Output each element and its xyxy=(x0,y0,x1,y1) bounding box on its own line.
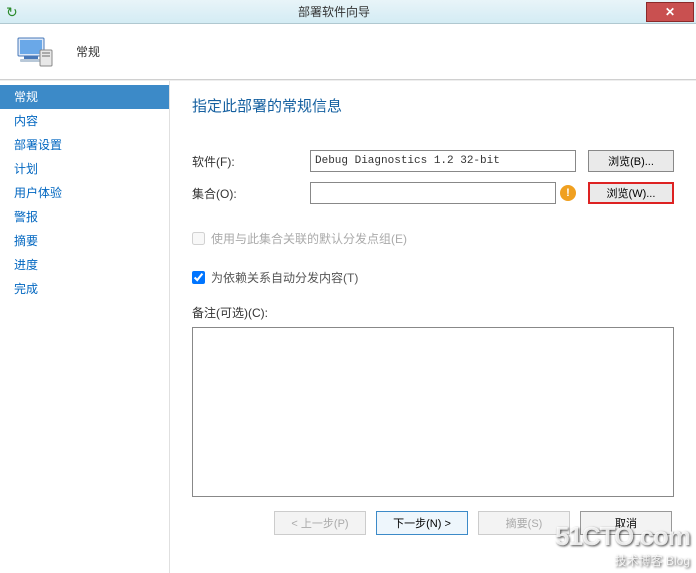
wizard-body: 常规 内容 部署设置 计划 用户体验 警报 摘要 进度 完成 指定此部署的常规信… xyxy=(0,80,696,573)
sidebar-item-user-experience[interactable]: 用户体验 xyxy=(0,181,169,205)
wizard-footer: < 上一步(P) 下一步(N) > 摘要(S) 取消 xyxy=(192,497,674,539)
browse-software-button[interactable]: 浏览(B)... xyxy=(588,150,674,172)
sidebar-item-finish[interactable]: 完成 xyxy=(0,277,169,301)
auto-dist-row[interactable]: 为依赖关系自动分发内容(T) xyxy=(192,269,674,286)
sidebar-item-alerts[interactable]: 警报 xyxy=(0,205,169,229)
summary-button: 摘要(S) xyxy=(478,511,570,535)
software-row: 软件(F): 浏览(B)... xyxy=(192,150,674,172)
use-assoc-dp-label: 使用与此集合关联的默认分发点组(E) xyxy=(211,230,407,247)
sidebar-item-deploy-settings[interactable]: 部署设置 xyxy=(0,133,169,157)
next-button[interactable]: 下一步(N) > xyxy=(376,511,468,535)
auto-dist-label: 为依赖关系自动分发内容(T) xyxy=(211,269,358,286)
sidebar-item-schedule[interactable]: 计划 xyxy=(0,157,169,181)
required-icon: ! xyxy=(560,185,576,201)
close-button[interactable]: ✕ xyxy=(646,2,694,22)
page-title: 指定此部署的常规信息 xyxy=(192,95,674,116)
titlebar: ↻ 部署软件向导 ✕ xyxy=(0,0,696,24)
sidebar-item-general[interactable]: 常规 xyxy=(0,85,169,109)
use-assoc-dp-row: 使用与此集合关联的默认分发点组(E) xyxy=(192,230,674,247)
auto-dist-checkbox[interactable] xyxy=(192,271,205,284)
remark-label: 备注(可选)(C): xyxy=(192,304,674,321)
sidebar-item-progress[interactable]: 进度 xyxy=(0,253,169,277)
browse-collection-button[interactable]: 浏览(W)... xyxy=(588,182,674,204)
window-title: 部署软件向导 xyxy=(22,3,646,20)
remark-textarea[interactable] xyxy=(192,327,674,497)
use-assoc-dp-checkbox xyxy=(192,232,205,245)
close-icon: ✕ xyxy=(665,5,675,19)
prev-button: < 上一步(P) xyxy=(274,511,366,535)
wizard-icon: ↻ xyxy=(6,4,22,20)
sidebar-item-content[interactable]: 内容 xyxy=(0,109,169,133)
cancel-button[interactable]: 取消 xyxy=(580,511,672,535)
software-field[interactable] xyxy=(310,150,576,172)
main-panel: 指定此部署的常规信息 软件(F): 浏览(B)... 集合(O): ! 浏览(W… xyxy=(170,81,696,573)
sidebar: 常规 内容 部署设置 计划 用户体验 警报 摘要 进度 完成 xyxy=(0,81,170,573)
collection-field[interactable] xyxy=(310,182,556,204)
collection-label: 集合(O): xyxy=(192,185,310,202)
software-label: 软件(F): xyxy=(192,153,310,170)
wizard-header: 常规 xyxy=(0,24,696,80)
header-label: 常规 xyxy=(76,43,100,60)
sidebar-item-summary[interactable]: 摘要 xyxy=(0,229,169,253)
collection-row: 集合(O): ! 浏览(W)... xyxy=(192,182,674,204)
computer-icon xyxy=(14,34,54,70)
